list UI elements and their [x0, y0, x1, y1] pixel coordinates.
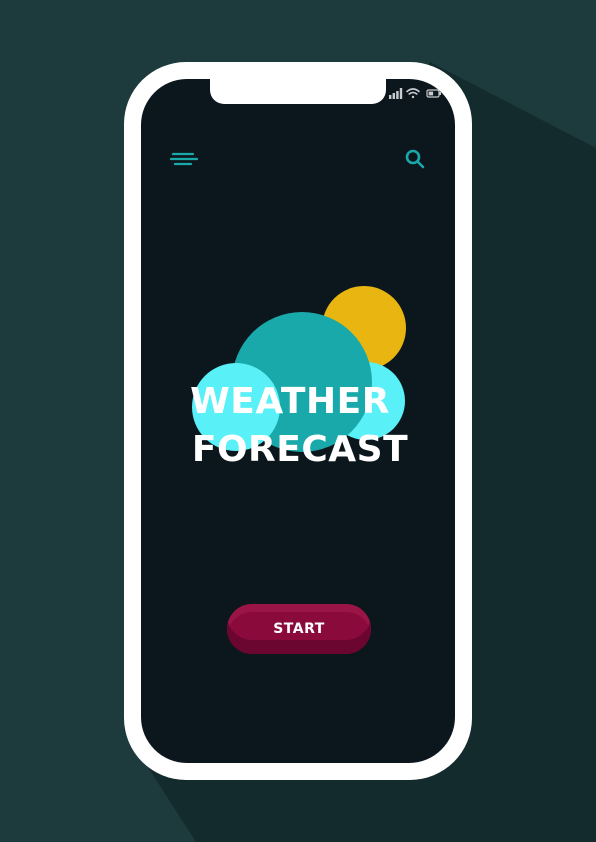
- phone-frame: WEATHER FORECAST START: [124, 62, 472, 780]
- start-button-label: START: [273, 621, 325, 637]
- app-title-line1: WEATHER: [190, 381, 390, 422]
- start-button[interactable]: START: [227, 604, 371, 654]
- app-title-line2: FORECAST: [191, 429, 409, 470]
- phone-screen: WEATHER FORECAST START: [141, 79, 455, 763]
